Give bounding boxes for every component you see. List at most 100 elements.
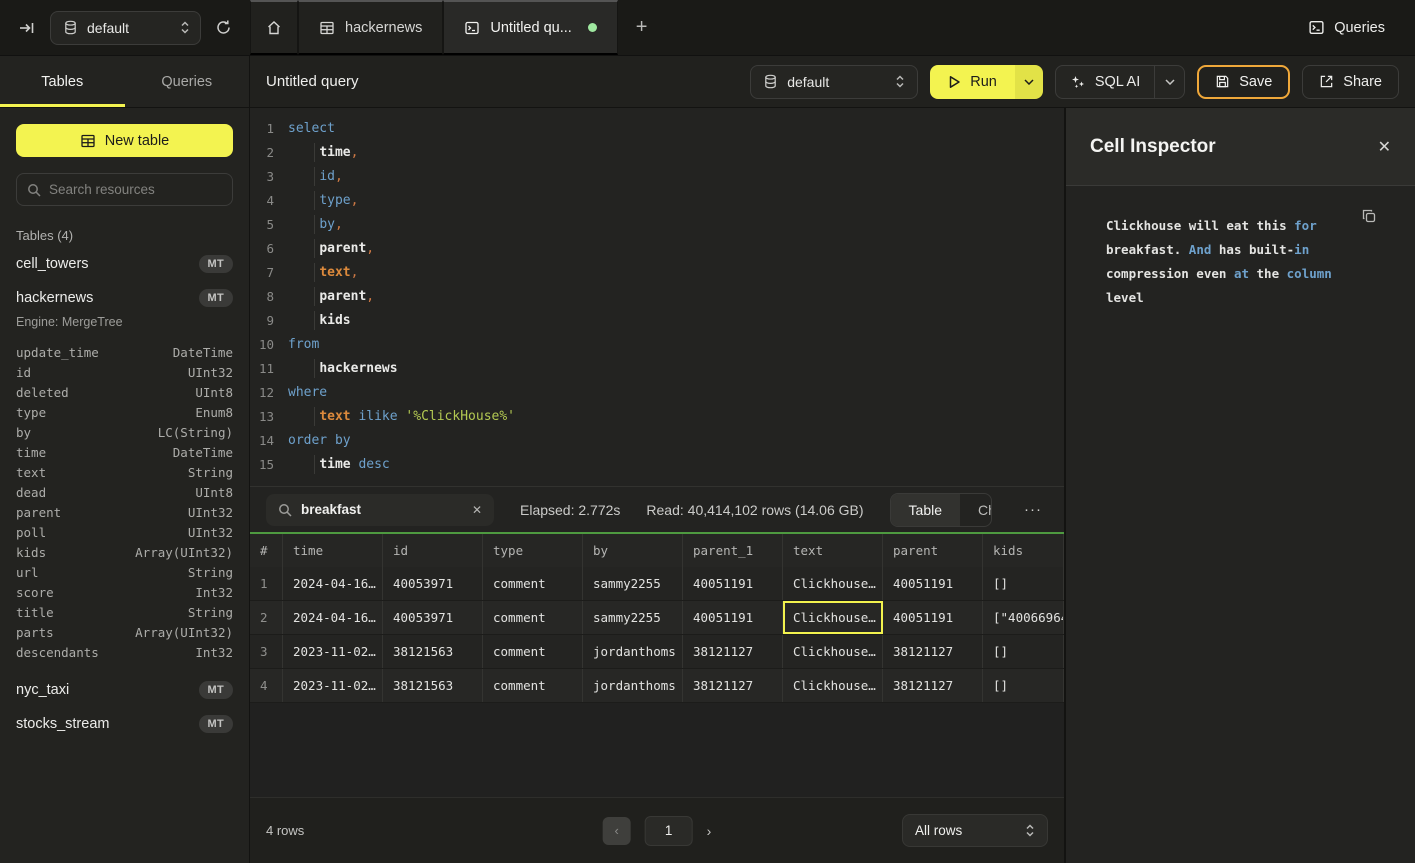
table-cell[interactable]: sammy2255 <box>583 601 683 634</box>
table-cell[interactable]: 2024-04-16… <box>283 567 383 600</box>
table-cell[interactable]: jordanthoms <box>583 635 683 668</box>
row-number-cell[interactable]: 1 <box>250 567 283 600</box>
column-item[interactable]: scoreInt32 <box>16 583 233 603</box>
editor-line[interactable]: 13 text ilike '%ClickHouse%' <box>250 404 1064 428</box>
toggle-chart[interactable]: Chart <box>960 494 992 526</box>
table-cell[interactable]: 40051191 <box>683 567 783 600</box>
table-cell[interactable]: 40053971 <box>383 601 483 634</box>
table-cell[interactable]: comment <box>483 601 583 634</box>
table-cell[interactable]: 38121127 <box>883 669 983 702</box>
table-cell[interactable]: 38121563 <box>383 635 483 668</box>
share-button[interactable]: Share <box>1302 65 1399 99</box>
refresh-icon[interactable] <box>215 19 232 36</box>
tab-untitled-query[interactable]: Untitled qu... <box>443 0 617 55</box>
column-item[interactable]: parentUInt32 <box>16 503 233 523</box>
column-item[interactable]: typeEnum8 <box>16 403 233 423</box>
table-cell[interactable]: Clickhouse… <box>783 669 883 702</box>
column-item[interactable]: deletedUInt8 <box>16 383 233 403</box>
page-size-selector[interactable]: All rows <box>902 814 1048 847</box>
sql-ai-caret[interactable] <box>1154 66 1184 98</box>
sidebar-tab-tables[interactable]: Tables <box>0 56 125 107</box>
table-cell[interactable]: jordanthoms <box>583 669 683 702</box>
table-cell[interactable]: 40051191 <box>683 601 783 634</box>
column-header[interactable]: id <box>383 534 483 567</box>
column-header[interactable]: type <box>483 534 583 567</box>
table-cell[interactable]: 40051191 <box>883 567 983 600</box>
table-cell[interactable]: 40051191 <box>883 601 983 634</box>
editor-line[interactable]: 11 hackernews <box>250 356 1064 380</box>
toggle-table[interactable]: Table <box>891 494 960 526</box>
table-item[interactable]: stocks_streamMT <box>16 707 233 741</box>
table-item[interactable]: cell_towersMT <box>16 247 233 281</box>
editor-line[interactable]: 10from <box>250 332 1064 356</box>
table-cell[interactable]: [] <box>983 669 1064 702</box>
table-item[interactable]: hackernewsMT <box>16 281 233 315</box>
save-button[interactable]: Save <box>1197 65 1290 99</box>
table-cell[interactable]: 38121127 <box>683 669 783 702</box>
editor-line[interactable]: 5 by, <box>250 212 1064 236</box>
row-number-cell[interactable]: 2 <box>250 601 283 634</box>
table-cell[interactable]: Clickhouse… <box>783 601 883 634</box>
editor-line[interactable]: 12where <box>250 380 1064 404</box>
table-cell[interactable]: comment <box>483 669 583 702</box>
table-cell[interactable]: 38121127 <box>683 635 783 668</box>
resource-search[interactable] <box>16 173 233 206</box>
more-options-icon[interactable]: ··· <box>1018 501 1048 518</box>
column-item[interactable]: descendantsInt32 <box>16 643 233 663</box>
column-header[interactable]: kids <box>983 534 1064 567</box>
table-cell[interactable]: 38121127 <box>883 635 983 668</box>
editor-line[interactable]: 9 kids <box>250 308 1064 332</box>
editor-line[interactable]: 1select <box>250 116 1064 140</box>
prev-page-button[interactable]: ‹ <box>603 817 631 845</box>
column-item[interactable]: update_timeDateTime <box>16 343 233 363</box>
sidebar-tab-queries[interactable]: Queries <box>125 56 250 107</box>
editor-line[interactable]: 3 id, <box>250 164 1064 188</box>
table-cell[interactable]: ["40066964… <box>983 601 1064 634</box>
row-number-cell[interactable]: 4 <box>250 669 283 702</box>
table-cell[interactable]: 2024-04-16… <box>283 601 383 634</box>
close-icon[interactable]: ✕ <box>1378 137 1391 157</box>
editor-line[interactable]: 2 time, <box>250 140 1064 164</box>
table-cell[interactable]: 2023-11-02… <box>283 635 383 668</box>
run-button[interactable]: Run <box>930 65 1015 99</box>
row-number-cell[interactable]: 3 <box>250 635 283 668</box>
sql-editor[interactable]: 1select2 time,3 id,4 type,5 by,6 parent,… <box>250 108 1064 486</box>
column-item[interactable]: deadUInt8 <box>16 483 233 503</box>
collapse-sidebar-icon[interactable] <box>18 19 36 37</box>
editor-line[interactable]: 6 parent, <box>250 236 1064 260</box>
editor-line[interactable]: 4 type, <box>250 188 1064 212</box>
table-cell[interactable]: 38121563 <box>383 669 483 702</box>
column-item[interactable]: byLC(String) <box>16 423 233 443</box>
tab-hackernews[interactable]: hackernews <box>298 0 443 55</box>
column-item[interactable]: textString <box>16 463 233 483</box>
column-item[interactable]: idUInt32 <box>16 363 233 383</box>
new-table-button[interactable]: New table <box>16 124 233 157</box>
editor-line[interactable]: 14order by <box>250 428 1064 452</box>
column-item[interactable]: timeDateTime <box>16 443 233 463</box>
table-cell[interactable]: Clickhouse… <box>783 567 883 600</box>
table-cell[interactable]: [] <box>983 567 1064 600</box>
run-options-caret[interactable] <box>1015 65 1043 99</box>
column-header[interactable]: parent_1 <box>683 534 783 567</box>
column-item[interactable]: pollUInt32 <box>16 523 233 543</box>
column-header[interactable]: text <box>783 534 883 567</box>
database-selector[interactable]: default <box>50 11 201 45</box>
table-cell[interactable]: comment <box>483 635 583 668</box>
table-cell[interactable]: Clickhouse… <box>783 635 883 668</box>
table-cell[interactable]: sammy2255 <box>583 567 683 600</box>
tab-home[interactable] <box>250 0 298 55</box>
query-database-selector[interactable]: default <box>750 65 918 99</box>
clear-search-icon[interactable]: ✕ <box>472 503 482 517</box>
sql-ai-button[interactable]: SQL AI <box>1056 66 1154 98</box>
column-item[interactable]: urlString <box>16 563 233 583</box>
column-header[interactable]: by <box>583 534 683 567</box>
column-header[interactable]: # <box>250 534 283 567</box>
column-item[interactable]: kidsArray(UInt32) <box>16 543 233 563</box>
new-tab-button[interactable]: + <box>618 0 666 55</box>
table-cell[interactable]: comment <box>483 567 583 600</box>
editor-line[interactable]: 8 parent, <box>250 284 1064 308</box>
column-item[interactable]: partsArray(UInt32) <box>16 623 233 643</box>
results-search[interactable]: ✕ <box>266 494 494 526</box>
editor-line[interactable]: 15 time desc <box>250 452 1064 476</box>
table-cell[interactable]: 40053971 <box>383 567 483 600</box>
